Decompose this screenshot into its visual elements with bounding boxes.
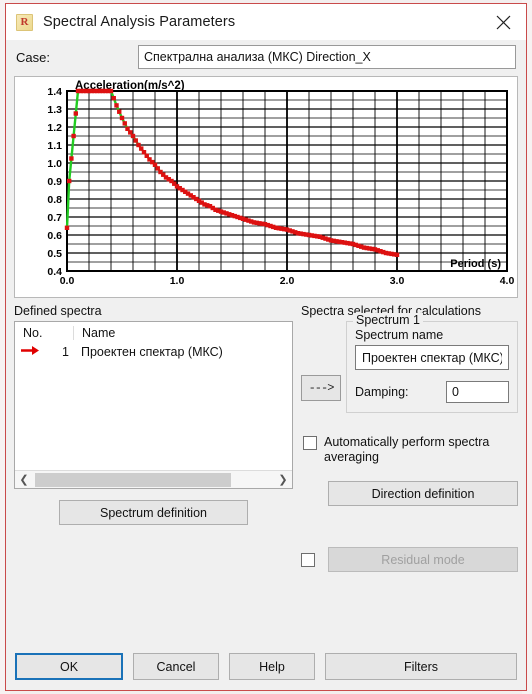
column-header-no: No. xyxy=(23,326,43,340)
case-label: Case: xyxy=(16,49,50,65)
svg-text:0.7: 0.7 xyxy=(47,212,62,224)
close-icon[interactable] xyxy=(486,7,520,37)
spectrum-name-input[interactable] xyxy=(355,345,509,370)
defined-spectra-panel: Defined spectra No. Name 1 Проектен спек… xyxy=(14,304,293,572)
svg-text:0.6: 0.6 xyxy=(47,230,62,242)
svg-text:0.9: 0.9 xyxy=(47,176,62,188)
scrollbar-thumb[interactable] xyxy=(35,472,231,487)
help-button[interactable]: Help xyxy=(229,653,315,680)
transfer-spectrum-button[interactable]: ---> xyxy=(301,375,341,401)
chevron-left-icon[interactable]: ❮ xyxy=(15,472,33,488)
spectrum-chart: 0.4 0.5 0.6 0.7 0.8 0.9 1.0 1.1 1.2 1.3 1.4 0.0 1.0 2… xyxy=(14,76,518,298)
footer-buttons: OK Cancel Help Filters xyxy=(6,653,526,690)
ok-button[interactable]: OK xyxy=(15,653,123,680)
page-title: Spectral Analysis Parameters xyxy=(43,14,236,30)
svg-text:Period (s): Period (s) xyxy=(450,258,501,270)
damping-input[interactable] xyxy=(446,381,509,403)
case-row: Case: xyxy=(6,40,526,74)
svg-text:0.0: 0.0 xyxy=(60,275,75,287)
case-input[interactable] xyxy=(138,45,516,69)
cancel-button[interactable]: Cancel xyxy=(133,653,219,680)
dialog-window: R Spectral Analysis Parameters Case: 0.4… xyxy=(5,3,527,691)
listbox-body: 1 Проектен спектар (МКС) xyxy=(15,342,292,470)
residual-mode-checkbox[interactable] xyxy=(301,553,315,567)
svg-text:1.2: 1.2 xyxy=(47,122,62,134)
spectrum-1-legend: Spectrum 1 xyxy=(353,313,423,327)
svg-text:0.5: 0.5 xyxy=(47,248,62,260)
svg-text:0.8: 0.8 xyxy=(47,194,62,206)
column-header-name: Name xyxy=(73,326,292,340)
listbox-header: No. Name xyxy=(15,322,292,342)
svg-text:1.3: 1.3 xyxy=(47,104,62,116)
filters-button[interactable]: Filters xyxy=(325,653,517,680)
robot-r-icon: R xyxy=(16,13,33,31)
title-bar: R Spectral Analysis Parameters xyxy=(6,4,526,40)
scrollbar-track[interactable] xyxy=(33,472,274,488)
defined-spectra-label: Defined spectra xyxy=(14,304,102,318)
svg-text:2.0: 2.0 xyxy=(280,275,295,287)
spectrum-definition-button[interactable]: Spectrum definition xyxy=(59,500,248,525)
auto-averaging-label: Automatically perform spectra averaging xyxy=(324,435,490,464)
svg-text:1.1: 1.1 xyxy=(47,140,62,152)
residual-mode-button: Residual mode xyxy=(328,547,518,572)
residual-mode-row: Residual mode xyxy=(301,547,518,572)
row-name: Проектен спектар (МКС) xyxy=(81,345,223,359)
damping-label: Damping: xyxy=(355,385,409,399)
chevron-right-icon[interactable]: ❯ xyxy=(274,472,292,488)
spectrum-1-fieldset: Spectrum 1 Spectrum name Damping: xyxy=(346,313,518,413)
panels-area: Defined spectra No. Name 1 Проектен спек… xyxy=(6,298,526,572)
svg-text:1.0: 1.0 xyxy=(170,275,185,287)
auto-averaging-checkbox[interactable] xyxy=(303,436,317,450)
svg-text:3.0: 3.0 xyxy=(390,275,405,287)
svg-text:1.0: 1.0 xyxy=(47,158,62,170)
selected-spectra-panel: Spectra selected for calculations ---> S… xyxy=(301,304,518,572)
defined-spectra-listbox[interactable]: No. Name 1 Проектен спектар (МКС) ❮ ❯ xyxy=(14,321,293,489)
row-marker: 1 xyxy=(15,345,73,359)
svg-text:1.4: 1.4 xyxy=(47,86,62,98)
svg-text:4.0: 4.0 xyxy=(500,275,515,287)
auto-averaging-row[interactable]: Automatically perform spectra averaging xyxy=(303,435,518,465)
horizontal-scrollbar[interactable]: ❮ ❯ xyxy=(15,470,292,488)
spectrum-name-label: Spectrum name xyxy=(355,328,444,342)
chart-canvas: 0.40.50.60.70.80.91.01.11.21.31.40.0 1.0 2… xyxy=(47,80,515,287)
table-row[interactable]: 1 Проектен спектар (МКС) xyxy=(15,342,292,362)
row-number: 1 xyxy=(62,345,69,359)
direction-definition-button[interactable]: Direction definition xyxy=(328,481,518,506)
selected-arrow-icon xyxy=(21,345,40,359)
